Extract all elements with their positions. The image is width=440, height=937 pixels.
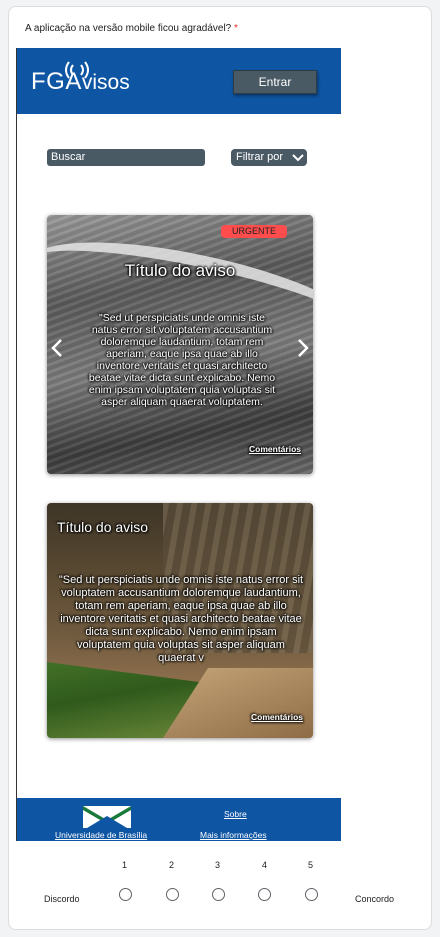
scale-radio-3[interactable] xyxy=(212,888,225,901)
chevron-left-icon xyxy=(51,339,62,357)
question-title: A aplicação na versão mobile ficou agrad… xyxy=(25,23,238,34)
scale-high-label: Concordo xyxy=(355,894,395,904)
mobile-mockup-image: FGAvisos Entrar Buscar Filtrar por URGEN… xyxy=(16,48,341,841)
required-asterisk: * xyxy=(234,23,238,34)
urgent-badge: URGENTE xyxy=(221,225,287,238)
scale-option-label-1: 1 xyxy=(122,860,128,870)
login-button: Entrar xyxy=(233,70,317,94)
notice-body: "Sed ut perspiciatis unde omnis iste nat… xyxy=(88,312,276,408)
scale-radio-1[interactable] xyxy=(119,888,132,901)
app-footer: Universidade de Brasília Sobre Mais info… xyxy=(17,798,341,841)
notice-title: Título do aviso xyxy=(124,261,236,280)
scale-option-label-5: 5 xyxy=(308,860,314,870)
scale-option-label-2: 2 xyxy=(169,860,175,870)
filter-label: Filtrar por xyxy=(236,151,284,163)
scale-radio-2[interactable] xyxy=(166,888,179,901)
footer-link-more-info: Mais informações xyxy=(200,830,267,840)
notice-background-floor xyxy=(163,668,313,738)
notice-card-urgent: URGENTE Título do aviso "Sed ut perspici… xyxy=(47,215,313,474)
footer-link-about: Sobre xyxy=(224,809,247,819)
scale-radio-4[interactable] xyxy=(258,888,271,901)
scale-option-label-4: 4 xyxy=(262,860,268,870)
comments-link: Comentários xyxy=(251,712,303,722)
footer-link-university: Universidade de Brasília xyxy=(55,830,148,840)
search-input: Buscar xyxy=(47,149,205,166)
chevron-down-icon xyxy=(292,154,304,162)
question-text: A aplicação na versão mobile ficou agrad… xyxy=(25,23,232,34)
notice-body: "Sed ut perspiciatis unde omnis iste nat… xyxy=(58,574,304,664)
filter-dropdown: Filtrar por xyxy=(231,149,307,166)
chevron-right-icon xyxy=(298,339,309,357)
logo-main: FGA xyxy=(31,68,82,95)
scale-option-label-3: 3 xyxy=(215,860,221,870)
notice-title: Título do aviso xyxy=(57,519,149,535)
logo-suffix: visos xyxy=(81,71,130,94)
scale-radio-5[interactable] xyxy=(305,888,318,901)
notice-card: Título do aviso "Sed ut perspiciatis und… xyxy=(47,503,313,738)
comments-link: Comentários xyxy=(249,444,301,454)
app-header: FGAvisos Entrar xyxy=(17,48,341,114)
scale-low-label: Discordo xyxy=(44,894,80,904)
unb-logo-icon xyxy=(83,806,131,828)
app-logo: FGAvisos xyxy=(31,68,130,96)
